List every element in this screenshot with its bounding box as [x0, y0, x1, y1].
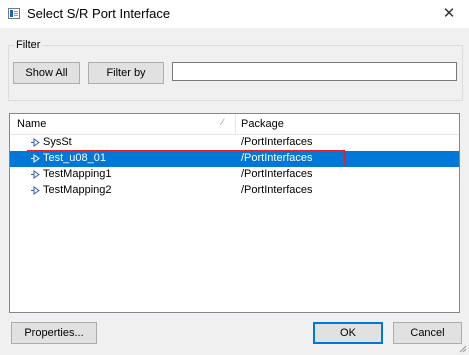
filter-group-label: Filter: [14, 39, 43, 51]
window-title: Select S/R Port Interface: [27, 6, 171, 21]
title-bar: Select S/R Port Interface ✕: [0, 0, 469, 28]
row-package: /PortInterfaces: [241, 152, 313, 164]
properties-button[interactable]: Properties...: [11, 322, 97, 344]
port-interface-icon: [31, 170, 40, 179]
filter-by-button[interactable]: Filter by: [88, 62, 164, 84]
dialog-icon: [8, 8, 20, 19]
column-separator[interactable]: [235, 114, 236, 134]
row-name: Test_u08_01: [43, 152, 106, 164]
list-header: Name ⁄ Package: [10, 114, 459, 135]
column-header-package[interactable]: Package: [241, 118, 284, 130]
port-interface-icon: [31, 154, 40, 163]
row-package: /PortInterfaces: [241, 168, 313, 180]
list-row[interactable]: TestMapping2/PortInterfaces: [10, 183, 459, 199]
port-interface-icon: [31, 138, 40, 147]
port-interface-icon: [31, 186, 40, 195]
row-name: TestMapping2: [43, 184, 112, 196]
ok-button[interactable]: OK: [313, 322, 383, 344]
cancel-button[interactable]: Cancel: [393, 322, 462, 344]
row-package: /PortInterfaces: [241, 184, 313, 196]
row-name: TestMapping1: [43, 168, 112, 180]
list-row[interactable]: SysSt/PortInterfaces: [10, 135, 459, 151]
resize-grip-icon[interactable]: [458, 344, 467, 353]
filter-input[interactable]: [172, 62, 457, 81]
column-header-name[interactable]: Name: [17, 118, 46, 130]
list-row[interactable]: TestMapping1/PortInterfaces: [10, 167, 459, 183]
row-name: SysSt: [43, 136, 72, 148]
show-all-button[interactable]: Show All: [13, 62, 80, 84]
list-row[interactable]: Test_u08_01/PortInterfaces: [10, 151, 459, 167]
row-package: /PortInterfaces: [241, 136, 313, 148]
close-icon[interactable]: ✕: [432, 2, 466, 26]
port-interface-list[interactable]: Name ⁄ Package SysSt/PortInterfaces Test_…: [9, 113, 460, 313]
sort-indicator-icon: ⁄: [222, 117, 224, 127]
